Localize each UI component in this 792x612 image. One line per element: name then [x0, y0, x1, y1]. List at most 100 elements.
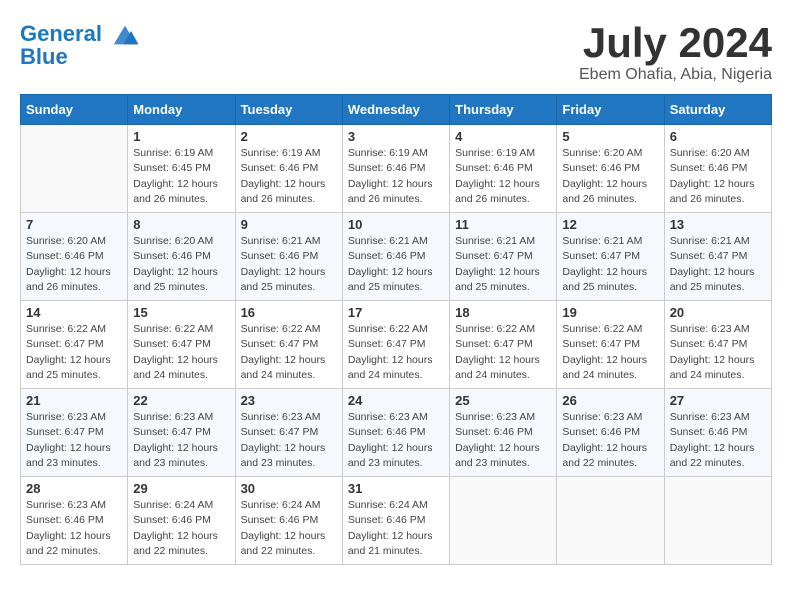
calendar-cell	[21, 125, 128, 213]
day-info: Sunrise: 6:23 AM Sunset: 6:46 PM Dayligh…	[26, 498, 122, 559]
page-header: General Blue July 2024 Ebem Ohafia, Abia…	[20, 20, 772, 84]
calendar-cell: 14 Sunrise: 6:22 AM Sunset: 6:47 PM Dayli…	[21, 301, 128, 389]
day-info: Sunrise: 6:22 AM Sunset: 6:47 PM Dayligh…	[562, 322, 658, 383]
calendar-cell: 20 Sunrise: 6:23 AM Sunset: 6:47 PM Dayli…	[664, 301, 771, 389]
day-info: Sunrise: 6:23 AM Sunset: 6:46 PM Dayligh…	[348, 410, 444, 471]
day-number: 9	[241, 217, 337, 232]
calendar-cell: 23 Sunrise: 6:23 AM Sunset: 6:47 PM Dayli…	[235, 389, 342, 477]
day-number: 11	[455, 217, 551, 232]
day-info: Sunrise: 6:20 AM Sunset: 6:46 PM Dayligh…	[562, 146, 658, 207]
day-number: 15	[133, 305, 229, 320]
logo: General Blue	[20, 20, 140, 70]
calendar-cell: 24Sunrise: 6:23 AM Sunset: 6:46 PM Dayli…	[342, 389, 449, 477]
calendar-cell: 29 Sunrise: 6:24 AM Sunset: 6:46 PM Dayli…	[128, 477, 235, 565]
calendar-cell	[664, 477, 771, 565]
day-info: Sunrise: 6:23 AM Sunset: 6:47 PM Dayligh…	[133, 410, 229, 471]
calendar-week-1: 1Sunrise: 6:19 AM Sunset: 6:45 PM Daylig…	[21, 125, 772, 213]
day-info: Sunrise: 6:22 AM Sunset: 6:47 PM Dayligh…	[133, 322, 229, 383]
day-info: Sunrise: 6:21 AM Sunset: 6:47 PM Dayligh…	[455, 234, 551, 295]
day-number: 29	[133, 481, 229, 496]
weekday-header-friday: Friday	[557, 95, 664, 125]
weekday-header-monday: Monday	[128, 95, 235, 125]
calendar-cell	[557, 477, 664, 565]
calendar-week-3: 14 Sunrise: 6:22 AM Sunset: 6:47 PM Dayli…	[21, 301, 772, 389]
day-number: 3	[348, 129, 444, 144]
calendar-cell: 12Sunrise: 6:21 AM Sunset: 6:47 PM Dayli…	[557, 213, 664, 301]
day-info: Sunrise: 6:19 AM Sunset: 6:46 PM Dayligh…	[348, 146, 444, 207]
day-number: 27	[670, 393, 766, 408]
day-info: Sunrise: 6:22 AM Sunset: 6:47 PM Dayligh…	[455, 322, 551, 383]
day-number: 18	[455, 305, 551, 320]
day-number: 7	[26, 217, 122, 232]
day-info: Sunrise: 6:22 AM Sunset: 6:47 PM Dayligh…	[348, 322, 444, 383]
day-info: Sunrise: 6:19 AM Sunset: 6:46 PM Dayligh…	[241, 146, 337, 207]
calendar-week-2: 7 Sunrise: 6:20 AM Sunset: 6:46 PM Daylig…	[21, 213, 772, 301]
calendar-table: SundayMondayTuesdayWednesdayThursdayFrid…	[20, 94, 772, 565]
day-number: 26	[562, 393, 658, 408]
calendar-cell: 13 Sunrise: 6:21 AM Sunset: 6:47 PM Dayli…	[664, 213, 771, 301]
day-info: Sunrise: 6:21 AM Sunset: 6:46 PM Dayligh…	[348, 234, 444, 295]
day-number: 13	[670, 217, 766, 232]
day-number: 21	[26, 393, 122, 408]
day-info: Sunrise: 6:20 AM Sunset: 6:46 PM Dayligh…	[133, 234, 229, 295]
day-info: Sunrise: 6:23 AM Sunset: 6:46 PM Dayligh…	[562, 410, 658, 471]
calendar-cell: 8 Sunrise: 6:20 AM Sunset: 6:46 PM Daylig…	[128, 213, 235, 301]
day-number: 6	[670, 129, 766, 144]
day-info: Sunrise: 6:19 AM Sunset: 6:46 PM Dayligh…	[455, 146, 551, 207]
day-number: 14	[26, 305, 122, 320]
weekday-header-saturday: Saturday	[664, 95, 771, 125]
day-number: 2	[241, 129, 337, 144]
calendar-cell: 27 Sunrise: 6:23 AM Sunset: 6:46 PM Dayli…	[664, 389, 771, 477]
calendar-cell: 10 Sunrise: 6:21 AM Sunset: 6:46 PM Dayli…	[342, 213, 449, 301]
calendar-cell: 31Sunrise: 6:24 AM Sunset: 6:46 PM Dayli…	[342, 477, 449, 565]
day-info: Sunrise: 6:20 AM Sunset: 6:46 PM Dayligh…	[670, 146, 766, 207]
calendar-cell: 9Sunrise: 6:21 AM Sunset: 6:46 PM Daylig…	[235, 213, 342, 301]
day-number: 28	[26, 481, 122, 496]
month-title: July 2024	[579, 20, 772, 66]
day-info: Sunrise: 6:23 AM Sunset: 6:47 PM Dayligh…	[26, 410, 122, 471]
day-info: Sunrise: 6:24 AM Sunset: 6:46 PM Dayligh…	[241, 498, 337, 559]
day-info: Sunrise: 6:20 AM Sunset: 6:46 PM Dayligh…	[26, 234, 122, 295]
day-info: Sunrise: 6:22 AM Sunset: 6:47 PM Dayligh…	[26, 322, 122, 383]
calendar-cell: 15 Sunrise: 6:22 AM Sunset: 6:47 PM Dayli…	[128, 301, 235, 389]
day-number: 8	[133, 217, 229, 232]
day-number: 5	[562, 129, 658, 144]
calendar-cell: 28 Sunrise: 6:23 AM Sunset: 6:46 PM Dayli…	[21, 477, 128, 565]
day-info: Sunrise: 6:24 AM Sunset: 6:46 PM Dayligh…	[348, 498, 444, 559]
weekday-header-wednesday: Wednesday	[342, 95, 449, 125]
day-info: Sunrise: 6:24 AM Sunset: 6:46 PM Dayligh…	[133, 498, 229, 559]
day-info: Sunrise: 6:21 AM Sunset: 6:47 PM Dayligh…	[670, 234, 766, 295]
weekday-header-thursday: Thursday	[450, 95, 557, 125]
day-info: Sunrise: 6:19 AM Sunset: 6:45 PM Dayligh…	[133, 146, 229, 207]
day-info: Sunrise: 6:23 AM Sunset: 6:46 PM Dayligh…	[455, 410, 551, 471]
day-info: Sunrise: 6:23 AM Sunset: 6:47 PM Dayligh…	[241, 410, 337, 471]
calendar-cell: 22Sunrise: 6:23 AM Sunset: 6:47 PM Dayli…	[128, 389, 235, 477]
calendar-cell: 3 Sunrise: 6:19 AM Sunset: 6:46 PM Daylig…	[342, 125, 449, 213]
day-number: 20	[670, 305, 766, 320]
weekday-header-sunday: Sunday	[21, 95, 128, 125]
day-info: Sunrise: 6:23 AM Sunset: 6:47 PM Dayligh…	[670, 322, 766, 383]
calendar-cell: 6 Sunrise: 6:20 AM Sunset: 6:46 PM Daylig…	[664, 125, 771, 213]
calendar-cell: 1Sunrise: 6:19 AM Sunset: 6:45 PM Daylig…	[128, 125, 235, 213]
day-info: Sunrise: 6:21 AM Sunset: 6:47 PM Dayligh…	[562, 234, 658, 295]
weekday-header-tuesday: Tuesday	[235, 95, 342, 125]
calendar-cell: 30Sunrise: 6:24 AM Sunset: 6:46 PM Dayli…	[235, 477, 342, 565]
day-number: 17	[348, 305, 444, 320]
day-number: 19	[562, 305, 658, 320]
calendar-cell: 11 Sunrise: 6:21 AM Sunset: 6:47 PM Dayli…	[450, 213, 557, 301]
calendar-cell: 4 Sunrise: 6:19 AM Sunset: 6:46 PM Daylig…	[450, 125, 557, 213]
calendar-cell: 16Sunrise: 6:22 AM Sunset: 6:47 PM Dayli…	[235, 301, 342, 389]
calendar-cell	[450, 477, 557, 565]
calendar-week-5: 28 Sunrise: 6:23 AM Sunset: 6:46 PM Dayli…	[21, 477, 772, 565]
calendar-cell: 5 Sunrise: 6:20 AM Sunset: 6:46 PM Daylig…	[557, 125, 664, 213]
day-number: 4	[455, 129, 551, 144]
calendar-cell: 17 Sunrise: 6:22 AM Sunset: 6:47 PM Dayli…	[342, 301, 449, 389]
day-info: Sunrise: 6:22 AM Sunset: 6:47 PM Dayligh…	[241, 322, 337, 383]
day-info: Sunrise: 6:23 AM Sunset: 6:46 PM Dayligh…	[670, 410, 766, 471]
day-number: 25	[455, 393, 551, 408]
calendar-week-4: 21 Sunrise: 6:23 AM Sunset: 6:47 PM Dayli…	[21, 389, 772, 477]
day-number: 10	[348, 217, 444, 232]
day-number: 23	[241, 393, 337, 408]
calendar-cell: 25 Sunrise: 6:23 AM Sunset: 6:46 PM Dayli…	[450, 389, 557, 477]
title-area: July 2024 Ebem Ohafia, Abia, Nigeria	[579, 20, 772, 84]
